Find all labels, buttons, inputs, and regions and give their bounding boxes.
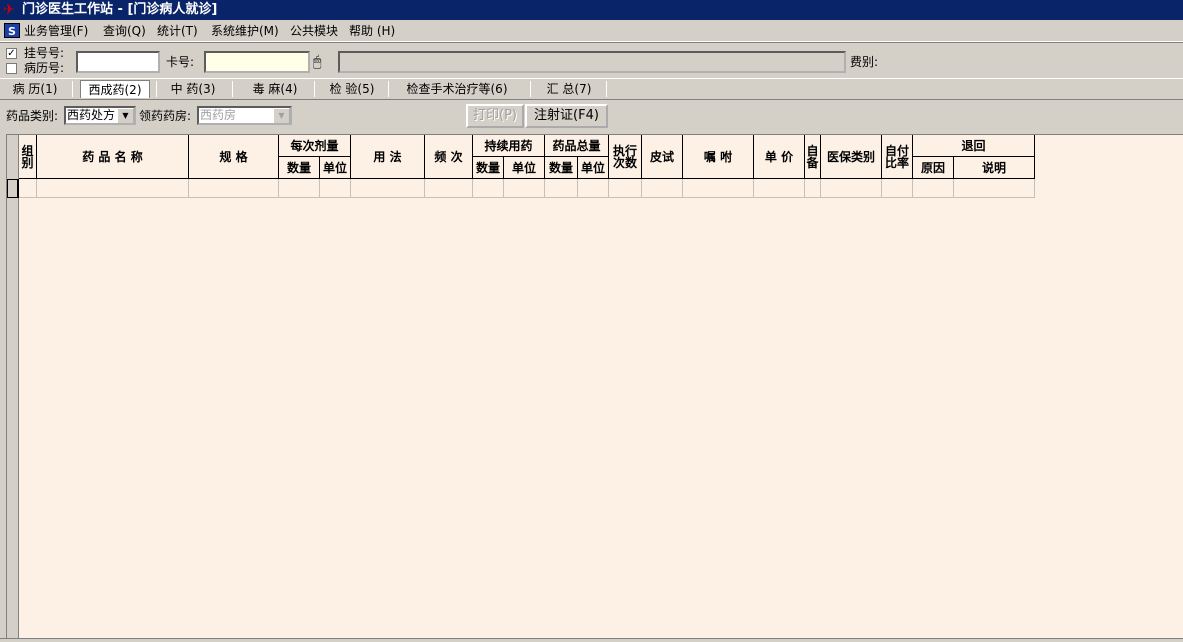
tab-summary[interactable]: 汇 总(7) — [538, 80, 600, 98]
chevron-down-icon: ▼ — [273, 108, 290, 123]
cell-skin-test[interactable] — [642, 179, 683, 198]
drug-type-select[interactable]: 西药处方 ▼ — [64, 106, 136, 125]
col-self-pay-ratio: 自付比率 — [882, 135, 913, 179]
chevron-down-icon[interactable]: ▼ — [117, 108, 134, 123]
tab-chinese-medicine[interactable]: 中 药(3) — [162, 80, 224, 98]
col-total-unit: 单位 — [578, 157, 609, 179]
col-dose-qty: 数量 — [279, 157, 320, 179]
tab-separator — [314, 81, 315, 97]
prescription-grid: 组别 药 品 名 称 规 格 每次剂量 数量 单位 用 法 频 次 持续用药 数… — [6, 134, 1183, 640]
tab-separator — [232, 81, 233, 97]
cell-advice[interactable] — [683, 179, 754, 198]
window-title: 门诊医生工作站 - [门诊病人就诊] — [22, 2, 218, 17]
tab-exam-surgery[interactable]: 检查手术治疗等(6) — [398, 80, 516, 98]
cell-self-prepared[interactable] — [805, 179, 821, 198]
col-exec-times: 执行次数 — [609, 135, 642, 179]
col-advice: 嘱 咐 — [683, 135, 754, 179]
menu-common[interactable]: 公共模块 — [290, 22, 338, 40]
pharmacy-select: 西药房 ▼ — [197, 106, 292, 125]
tab-strip: 病 历(1) 西成药(2) 中 药(3) 毒 麻(4) 检 验(5) 检查手术治… — [0, 78, 1183, 100]
tab-lab-test[interactable]: 检 验(5) — [322, 80, 382, 98]
col-frequency: 频 次 — [425, 135, 473, 179]
col-group: 组别 — [19, 135, 37, 179]
col-total: 药品总量 — [545, 135, 609, 157]
col-return: 退回 — [913, 135, 1035, 157]
tab-western-medicine[interactable]: 西成药(2) — [80, 80, 150, 98]
tab-narcotics[interactable]: 毒 麻(4) — [246, 80, 304, 98]
status-strip — [0, 638, 1183, 642]
cell-total-unit[interactable] — [578, 179, 609, 198]
cell-unit-price[interactable] — [754, 179, 805, 198]
menu-app-icon[interactable]: S — [4, 23, 20, 38]
tab-separator — [72, 81, 73, 97]
card-reader-icon[interactable]: 🖱 — [313, 53, 335, 71]
cell-insurance-type[interactable] — [821, 179, 882, 198]
col-dose-per-time: 每次剂量 — [279, 135, 351, 157]
col-drug-name: 药 品 名 称 — [37, 135, 189, 179]
tab-medical-record[interactable]: 病 历(1) — [4, 80, 66, 98]
patient-header: ✓ 挂号号: 病历号: 卡号: 🖱 费别: — [0, 42, 1183, 78]
injection-cert-button[interactable]: 注射证(F4) — [525, 104, 608, 128]
col-return-reason: 原因 — [913, 157, 954, 179]
pharmacy-label: 领药药房: — [139, 109, 192, 123]
record-checkbox[interactable] — [6, 63, 17, 74]
col-spec: 规 格 — [189, 135, 279, 179]
col-skin-test: 皮试 — [642, 135, 683, 179]
card-label: 卡号: — [166, 55, 195, 69]
drug-type-value: 西药处方 — [67, 108, 116, 122]
tab-separator — [388, 81, 389, 97]
cell-spec[interactable] — [189, 179, 279, 198]
col-usage: 用 法 — [351, 135, 425, 179]
registration-label: 挂号号: — [24, 46, 65, 60]
registration-checkbox[interactable]: ✓ — [6, 48, 17, 59]
col-total-qty: 数量 — [545, 157, 578, 179]
prescription-toolbar: 药品类别: 西药处方 ▼ 领药药房: 西药房 ▼ 打印(P) 注射证(F4) — [0, 100, 1183, 134]
cell-return-reason[interactable] — [913, 179, 954, 198]
title-bar: ✈ 门诊医生工作站 - [门诊病人就诊] — [0, 0, 1183, 20]
card-input[interactable] — [204, 51, 310, 73]
menu-system[interactable]: 系统维护(M) — [211, 22, 279, 40]
cell-total-qty[interactable] — [545, 179, 578, 198]
menu-query[interactable]: 查询(Q) — [103, 22, 146, 40]
cell-usage[interactable] — [351, 179, 425, 198]
patient-info-field — [338, 51, 846, 73]
menu-bar: S 业务管理(F) 查询(Q) 统计(T) 系统维护(M) 公共模块 帮助 (H… — [0, 20, 1183, 42]
fee-type-label: 费别: — [850, 55, 879, 69]
cell-dose-qty[interactable] — [279, 179, 320, 198]
col-dose-unit: 单位 — [320, 157, 351, 179]
col-return-note: 说明 — [954, 157, 1035, 179]
cell-exec-times[interactable] — [609, 179, 642, 198]
col-cont-unit: 单位 — [504, 157, 545, 179]
record-label: 病历号: — [24, 61, 65, 75]
cell-group[interactable] — [19, 179, 37, 198]
app-logo-icon: ✈ — [3, 2, 15, 18]
col-continuous: 持续用药 — [473, 135, 545, 157]
row-selector[interactable] — [7, 179, 19, 198]
registration-input[interactable] — [76, 51, 160, 73]
pharmacy-value: 西药房 — [200, 108, 237, 122]
tab-separator — [606, 81, 607, 97]
drug-type-label: 药品类别: — [6, 109, 59, 123]
col-cont-qty: 数量 — [473, 157, 504, 179]
cell-drug-name[interactable] — [37, 179, 189, 198]
menu-statistics[interactable]: 统计(T) — [157, 22, 198, 40]
menu-help[interactable]: 帮助 (H) — [349, 22, 395, 40]
col-insurance-type: 医保类别 — [821, 135, 882, 179]
col-self-prepared: 自备 — [805, 135, 821, 179]
menu-business[interactable]: 业务管理(F) — [24, 22, 88, 40]
tab-separator — [530, 81, 531, 97]
col-unit-price: 单 价 — [754, 135, 805, 179]
tab-separator — [156, 81, 157, 97]
cell-cont-qty[interactable] — [473, 179, 504, 198]
cell-return-note[interactable] — [954, 179, 1035, 198]
cell-cont-unit[interactable] — [504, 179, 545, 198]
cell-frequency[interactable] — [425, 179, 473, 198]
cell-self-pay-ratio[interactable] — [882, 179, 913, 198]
row-header-column — [7, 135, 19, 640]
print-button[interactable]: 打印(P) — [466, 104, 524, 128]
cell-dose-unit[interactable] — [320, 179, 351, 198]
